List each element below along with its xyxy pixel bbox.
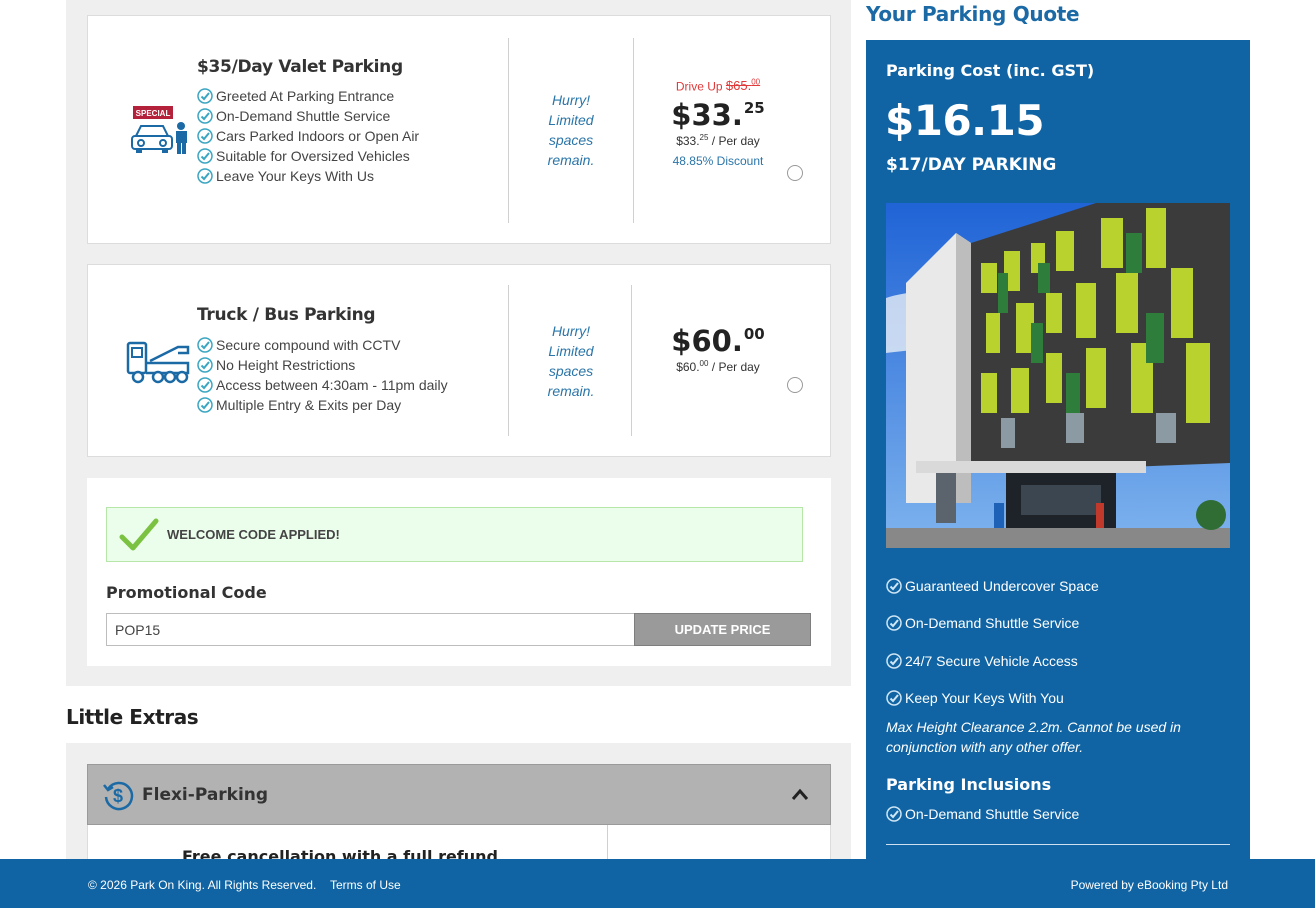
check-circle-icon (197, 148, 213, 164)
valet-price-column: Drive Up $65.00 $33.25 $33.25 / Per day … (638, 78, 798, 168)
special-badge: SPECIAL (136, 109, 171, 118)
quote-title: Your Parking Quote (866, 2, 1080, 26)
inclusion-item: On-Demand Shuttle Service (886, 806, 1079, 822)
truck-features: Secure compound with CCTV No Height Rest… (197, 335, 448, 415)
copyright-text: © 2026 Park On King. All Rights Reserved… (88, 878, 317, 892)
truck-price: $60.00 (671, 324, 765, 358)
column-divider (633, 38, 634, 223)
dollar-refresh-icon: $ (103, 781, 134, 810)
truck-parking-card[interactable]: Truck / Bus Parking Secure compound with… (87, 264, 831, 457)
divider (886, 844, 1230, 845)
flexi-parking-label: Flexi-Parking (142, 784, 269, 805)
feature-item: Multiple Entry & Exits per Day (197, 395, 448, 415)
truck-title: Truck / Bus Parking (197, 305, 376, 325)
welcome-message: WELCOME CODE APPLIED! (167, 527, 340, 542)
feature-item: No Height Restrictions (197, 355, 448, 375)
feature-item: Suitable for Oversized Vehicles (197, 146, 419, 166)
check-circle-icon (886, 653, 902, 669)
column-divider (508, 285, 509, 436)
quote-feature-item: Guaranteed Undercover Space (886, 567, 1099, 605)
chevron-up-icon[interactable] (790, 785, 810, 805)
truck-icon (126, 339, 192, 387)
column-divider (508, 38, 509, 223)
cost-label: Parking Cost (inc. GST) (886, 61, 1095, 80)
check-circle-icon (886, 578, 902, 594)
little-extras-title: Little Extras (66, 705, 199, 729)
height-clearance-note: Max Height Clearance 2.2m. Cannot be use… (886, 719, 1181, 755)
promo-code-label: Promotional Code (106, 583, 267, 602)
parking-cost: $16.15 (885, 96, 1045, 145)
check-circle-icon (197, 397, 213, 413)
feature-item: Access between 4:30am - 11pm daily (197, 375, 448, 395)
promo-card: WELCOME CODE APPLIED! Promotional Code U… (87, 478, 831, 666)
update-price-button[interactable]: UPDATE PRICE (634, 613, 811, 646)
column-divider (631, 285, 632, 436)
quote-feature-item: Keep Your Keys With You (886, 680, 1099, 718)
quote-panel: Parking Cost (inc. GST) $16.15 $17/DAY P… (866, 40, 1250, 870)
valet-select-radio[interactable] (787, 165, 803, 181)
welcome-code-banner: WELCOME CODE APPLIED! (106, 507, 803, 562)
powered-by-text: Powered by eBooking Pty Ltd (1070, 878, 1228, 892)
svg-text:$: $ (113, 786, 123, 806)
check-circle-icon (197, 357, 213, 373)
car-park-photo (886, 203, 1230, 548)
check-circle-icon (197, 128, 213, 144)
truck-select-radio[interactable] (787, 377, 803, 393)
drive-up-price: Drive Up $65.00 (675, 78, 761, 94)
hurry-notice: Hurry! Limited spaces remain. (547, 92, 595, 168)
flexi-parking-header[interactable]: $ Flexi-Parking (87, 764, 831, 825)
quote-feature-item: On-Demand Shuttle Service (886, 605, 1099, 643)
check-circle-icon (197, 337, 213, 353)
check-circle-icon (197, 168, 213, 184)
valet-discount: 48.85% Discount (672, 154, 764, 169)
quote-feature-item: 24/7 Secure Vehicle Access (886, 642, 1099, 680)
check-circle-icon (886, 615, 902, 631)
valet-title: $35/Day Valet Parking (197, 57, 403, 77)
hurry-notice: Hurry! Limited spaces remain. (547, 323, 595, 399)
footer: © 2026 Park On King. All Rights Reserved… (0, 859, 1315, 908)
day-parking-label: $17/DAY PARKING (886, 155, 1057, 175)
check-circle-icon (197, 108, 213, 124)
quote-features: Guaranteed Undercover Space On-Demand Sh… (886, 567, 1099, 717)
truck-price-column: $60.00 $60.00 / Per day (638, 319, 798, 374)
valet-car-icon: SPECIAL (130, 104, 190, 156)
check-mark-icon (119, 518, 159, 550)
feature-item: Secure compound with CCTV (197, 335, 448, 355)
valet-price: $33.25 (671, 98, 765, 133)
check-circle-icon (197, 377, 213, 393)
inclusions-title: Parking Inclusions (886, 775, 1052, 794)
check-circle-icon (197, 88, 213, 104)
terms-of-use-link[interactable]: Terms of Use (330, 878, 401, 892)
valet-features: Greeted At Parking Entrance On-Demand Sh… (197, 86, 419, 186)
valet-parking-card[interactable]: SPECIAL $35/Day Valet Parking Greeted At… (87, 15, 831, 244)
feature-item: On-Demand Shuttle Service (197, 106, 419, 126)
feature-item: Cars Parked Indoors or Open Air (197, 126, 419, 146)
check-circle-icon (886, 690, 902, 706)
truck-per-day: $60.00 / Per day (676, 359, 760, 374)
feature-item: Leave Your Keys With Us (197, 166, 419, 186)
check-circle-icon (886, 806, 902, 822)
feature-item: Greeted At Parking Entrance (197, 86, 419, 106)
promo-code-input[interactable] (106, 613, 636, 646)
valet-per-day: $33.25 / Per day (676, 133, 760, 149)
